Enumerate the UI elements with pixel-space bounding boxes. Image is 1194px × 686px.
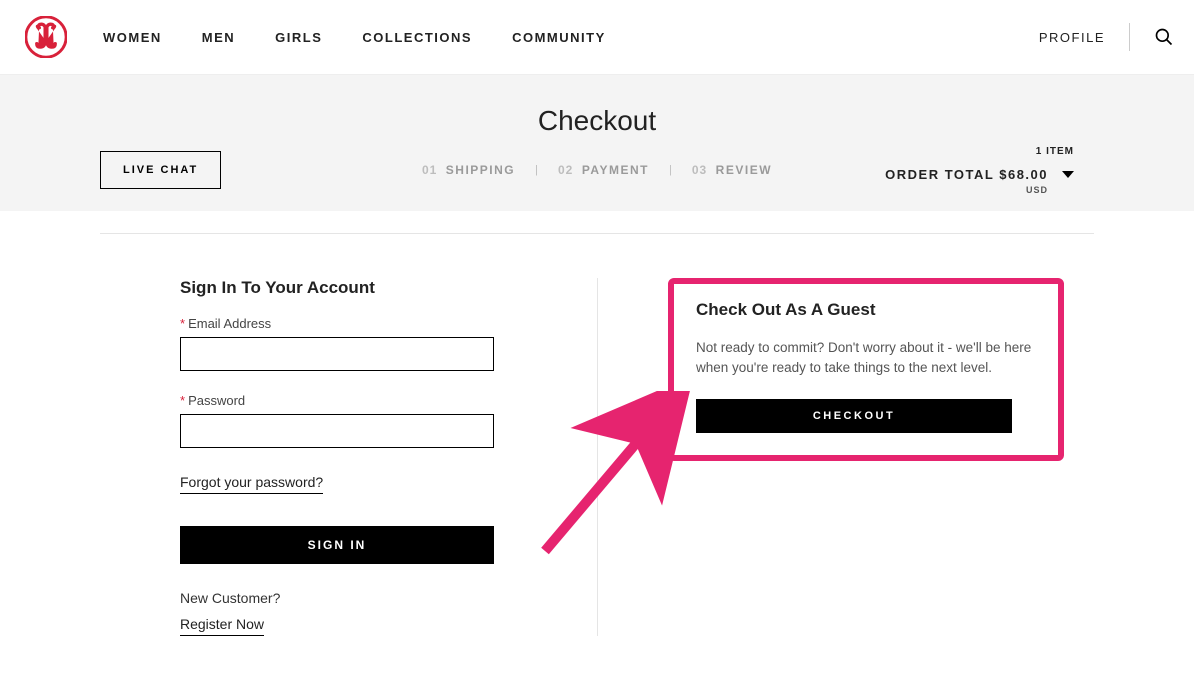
guest-description: Not ready to commit? Don't worry about i… [696,338,1036,379]
step-num: 01 [422,163,437,177]
step-separator: | [669,164,672,176]
step-label: SHIPPING [446,163,515,177]
step-payment[interactable]: 02 PAYMENT [558,161,649,179]
new-customer-label: New Customer? [180,590,547,606]
brand-logo[interactable] [25,16,67,58]
nav-men[interactable]: MEN [202,30,235,45]
password-label: *Password [180,393,547,408]
two-column-layout: Sign In To Your Account *Email Address *… [100,278,1094,636]
order-summary-mini: 1 ITEM ORDER TOTAL $68.00 USD [885,146,1074,195]
topbar-right: PROFILE [1039,23,1174,51]
cart-item-count: 1 ITEM [885,146,1074,157]
page-title: Checkout [20,105,1174,137]
email-input[interactable] [180,337,494,371]
step-label: REVIEW [716,163,772,177]
step-shipping[interactable]: 01 SHIPPING [422,161,515,179]
required-indicator: * [180,316,185,331]
nav-women[interactable]: WOMEN [103,30,162,45]
nav-collections[interactable]: COLLECTIONS [362,30,472,45]
step-num: 02 [558,163,573,177]
currency-label: USD [885,185,1048,195]
primary-nav: WOMEN MEN GIRLS COLLECTIONS COMMUNITY [103,30,606,45]
required-indicator: * [180,393,185,408]
nav-community[interactable]: COMMUNITY [512,30,606,45]
password-input[interactable] [180,414,494,448]
divider [100,233,1094,234]
step-num: 03 [692,163,707,177]
forgot-password-link[interactable]: Forgot your password? [180,474,323,494]
order-total-text: ORDER TOTAL $68.00 [885,167,1048,182]
band-row: LIVE CHAT 01 SHIPPING | 02 PAYMENT | 03 … [20,151,1174,189]
search-icon[interactable] [1154,27,1174,47]
order-total-toggle[interactable]: ORDER TOTAL $68.00 [885,167,1074,182]
guest-checkout-box: Check Out As A Guest Not ready to commit… [668,278,1064,461]
profile-link[interactable]: PROFILE [1039,30,1105,45]
top-navigation: WOMEN MEN GIRLS COLLECTIONS COMMUNITY PR… [0,0,1194,75]
divider [1129,23,1130,51]
step-separator: | [535,164,538,176]
checkout-header-band: Checkout LIVE CHAT 01 SHIPPING | 02 PAYM… [0,75,1194,211]
guest-title: Check Out As A Guest [696,300,1036,320]
step-review[interactable]: 03 REVIEW [692,161,772,179]
signin-title: Sign In To Your Account [180,278,547,298]
checkout-steps: 01 SHIPPING | 02 PAYMENT | 03 REVIEW [422,161,772,179]
live-chat-button[interactable]: LIVE CHAT [100,151,221,189]
email-label: *Email Address [180,316,547,331]
guest-checkout-button[interactable]: CHECKOUT [696,399,1012,433]
chevron-down-icon[interactable] [1062,171,1074,178]
step-label: PAYMENT [582,163,649,177]
register-link[interactable]: Register Now [180,616,264,636]
guest-column: Check Out As A Guest Not ready to commit… [597,278,1094,636]
main-content: Sign In To Your Account *Email Address *… [0,211,1194,686]
signin-button[interactable]: SIGN IN [180,526,494,564]
nav-girls[interactable]: GIRLS [275,30,322,45]
signin-column: Sign In To Your Account *Email Address *… [100,278,597,636]
